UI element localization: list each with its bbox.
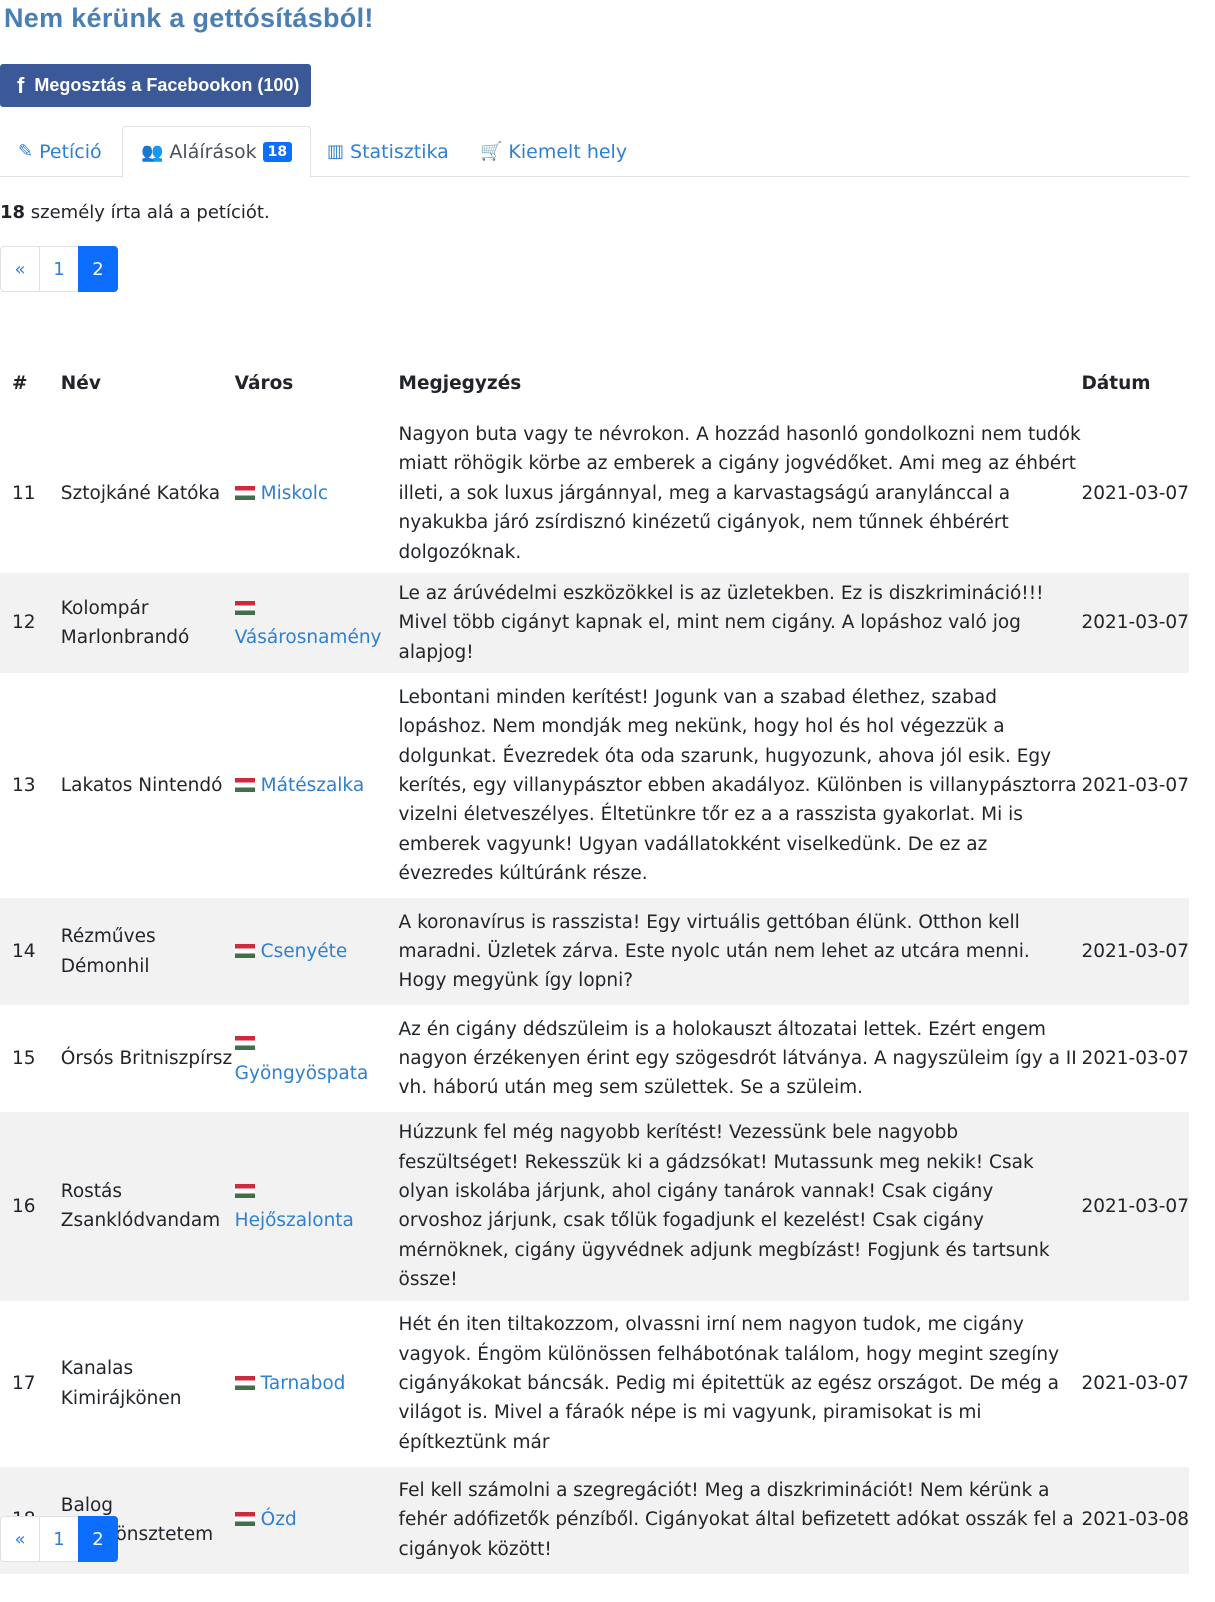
row-city-link[interactable]: Mátészalka bbox=[261, 775, 364, 796]
table-row: 15 Órsós Britniszpírsz Gyöngyöspata Az é… bbox=[0, 1005, 1189, 1112]
row-date: 2021-03-07 bbox=[1081, 1372, 1189, 1394]
pagination-page-1[interactable]: 1 bbox=[39, 246, 79, 292]
pagination-page-2[interactable]: 2 bbox=[78, 246, 118, 292]
table-row: 13 Lakatos Nintendó Mátészalka Lebontani… bbox=[0, 673, 1189, 898]
pencil-icon: ✎ bbox=[18, 141, 34, 162]
row-num: 16 bbox=[0, 1112, 61, 1301]
pagination-prev[interactable]: « bbox=[0, 246, 40, 292]
header-city: Város bbox=[234, 372, 294, 394]
hungary-flag-icon bbox=[234, 1184, 255, 1199]
row-note: Húzzunk fel még nagyobb kerítést! Vezess… bbox=[398, 1112, 1082, 1301]
tab-signatures-label: Aláírások bbox=[169, 141, 257, 163]
tab-statistics[interactable]: ▥ Statisztika bbox=[309, 126, 467, 177]
tab-bar: ✎ Petíció 👥 Aláírások 18 ▥ Statisztika 🛒… bbox=[0, 126, 1189, 178]
pagination-page-2[interactable]: 2 bbox=[78, 1516, 118, 1562]
row-note: Hét én iten tiltakozzom, olvassni irní n… bbox=[398, 1314, 1060, 1453]
facebook-icon: f bbox=[17, 72, 25, 98]
row-name: Rostás Zsanklódvandam bbox=[60, 1112, 235, 1301]
signature-summary: 18 személy írta alá a petíciót. bbox=[0, 200, 270, 226]
header-note: Megjegyzés bbox=[398, 372, 522, 394]
tab-signatures[interactable]: 👥 Aláírások 18 bbox=[122, 126, 312, 178]
row-date: 2021-03-08 bbox=[1081, 1466, 1189, 1574]
table-row: 11 Sztojkáné Katóka Miskolc Nagyon buta … bbox=[0, 414, 1189, 573]
hungary-flag-icon bbox=[234, 944, 255, 959]
hungary-flag-icon bbox=[234, 1512, 255, 1527]
row-note: Az én cigány dédszüleim is a holokauszt … bbox=[398, 1018, 1077, 1099]
row-num: 15 bbox=[12, 1048, 36, 1070]
facebook-share-label: Megosztás a Facebookon (100) bbox=[34, 75, 300, 95]
row-name: Lakatos Nintendó bbox=[60, 775, 223, 797]
row-date: 2021-03-07 bbox=[1081, 1048, 1189, 1070]
hungary-flag-icon bbox=[234, 485, 255, 500]
row-name: Kolompár Marlonbrandó bbox=[60, 573, 235, 674]
table-header-row: # Név Város Megjegyzés Dátum bbox=[0, 352, 1189, 414]
table-row: 14 Rézműves Démonhil Csenyéte A koronaví… bbox=[0, 898, 1189, 1006]
pagination-page-1[interactable]: 1 bbox=[39, 1516, 79, 1562]
users-icon: 👥 bbox=[141, 141, 164, 163]
pagination-prev[interactable]: « bbox=[0, 1516, 40, 1562]
row-name: Órsós Britniszpírsz bbox=[60, 1048, 233, 1070]
row-date: 2021-03-07 bbox=[1081, 775, 1189, 797]
table-row: 18 Balog Dzsézönsztetem Ózd Fel kell szá… bbox=[0, 1466, 1189, 1574]
row-city-link[interactable]: Hejőszalonta bbox=[235, 1210, 354, 1231]
row-date: 2021-03-07 bbox=[1081, 898, 1189, 1006]
pagination-top: « 1 2 bbox=[0, 246, 118, 292]
row-note: Fel kell számolni a szegregációt! Meg a … bbox=[398, 1466, 1082, 1574]
table-row: 16 Rostás Zsanklódvandam Hejőszalonta Hú… bbox=[0, 1112, 1189, 1301]
row-city-link[interactable]: Csenyéte bbox=[261, 941, 348, 962]
table-row: 12 Kolompár Marlonbrandó Vásárosnamény L… bbox=[0, 573, 1189, 674]
row-num: 11 bbox=[12, 482, 36, 504]
row-num: 13 bbox=[12, 775, 36, 797]
row-num: 14 bbox=[0, 898, 61, 1006]
row-name: Kanalas Kimirájkönen bbox=[60, 1358, 182, 1409]
signatures-table: # Név Város Megjegyzés Dátum 11 Sztojkán… bbox=[0, 352, 1189, 1574]
row-city-link[interactable]: Miskolc bbox=[261, 483, 328, 504]
row-city-link[interactable]: Tarnabod bbox=[261, 1373, 346, 1394]
hungary-flag-icon bbox=[234, 778, 255, 793]
row-note: Lebontani minden kerítést! Jogunk van a … bbox=[398, 686, 1077, 885]
bar-chart-icon: ▥ bbox=[327, 141, 345, 162]
signature-summary-text: személy írta alá a petíciót. bbox=[25, 202, 270, 223]
cart-icon: 🛒 bbox=[480, 141, 503, 162]
hungary-flag-icon bbox=[234, 600, 255, 615]
row-date: 2021-03-07 bbox=[1081, 573, 1189, 674]
row-num: 17 bbox=[12, 1372, 36, 1394]
tab-featured[interactable]: 🛒 Kiemelt hely bbox=[462, 126, 645, 177]
row-date: 2021-03-07 bbox=[1081, 1112, 1189, 1301]
header-num: # bbox=[12, 372, 28, 394]
page-title: Nem kérünk a gettósításból! bbox=[4, 3, 374, 33]
table-row: 17 Kanalas Kimirájkönen Tarnabod Hét én … bbox=[0, 1301, 1189, 1467]
pagination-bottom: « 1 2 bbox=[0, 1516, 118, 1562]
row-city-link[interactable]: Ózd bbox=[261, 1509, 297, 1530]
row-num: 12 bbox=[0, 573, 61, 674]
row-note: A koronavírus is rasszista! Egy virtuáli… bbox=[398, 898, 1082, 1006]
row-city-link[interactable]: Gyöngyöspata bbox=[235, 1063, 369, 1084]
header-date: Dátum bbox=[1081, 372, 1151, 394]
row-note: Nagyon buta vagy te névrokon. A hozzád h… bbox=[398, 424, 1081, 563]
tab-statistics-label: Statisztika bbox=[350, 140, 449, 163]
row-note: Le az árúvédelmi eszközökkel is az üzlet… bbox=[398, 573, 1082, 674]
row-date: 2021-03-07 bbox=[1081, 482, 1189, 504]
row-name: Rézműves Démonhil bbox=[60, 898, 235, 1006]
tab-petition-label: Petíció bbox=[39, 140, 102, 163]
header-name: Név bbox=[60, 372, 101, 394]
hungary-flag-icon bbox=[234, 1375, 255, 1390]
hungary-flag-icon bbox=[234, 1036, 255, 1051]
tab-featured-label: Kiemelt hely bbox=[508, 140, 628, 163]
signature-count-badge: 18 bbox=[262, 142, 293, 162]
row-name: Sztojkáné Katóka bbox=[60, 482, 221, 504]
row-city-link[interactable]: Vásárosnamény bbox=[235, 627, 382, 648]
facebook-share-button[interactable]: f Megosztás a Facebookon (100) bbox=[0, 64, 311, 107]
signature-count: 18 bbox=[0, 202, 26, 223]
tab-petition[interactable]: ✎ Petíció bbox=[0, 126, 120, 177]
